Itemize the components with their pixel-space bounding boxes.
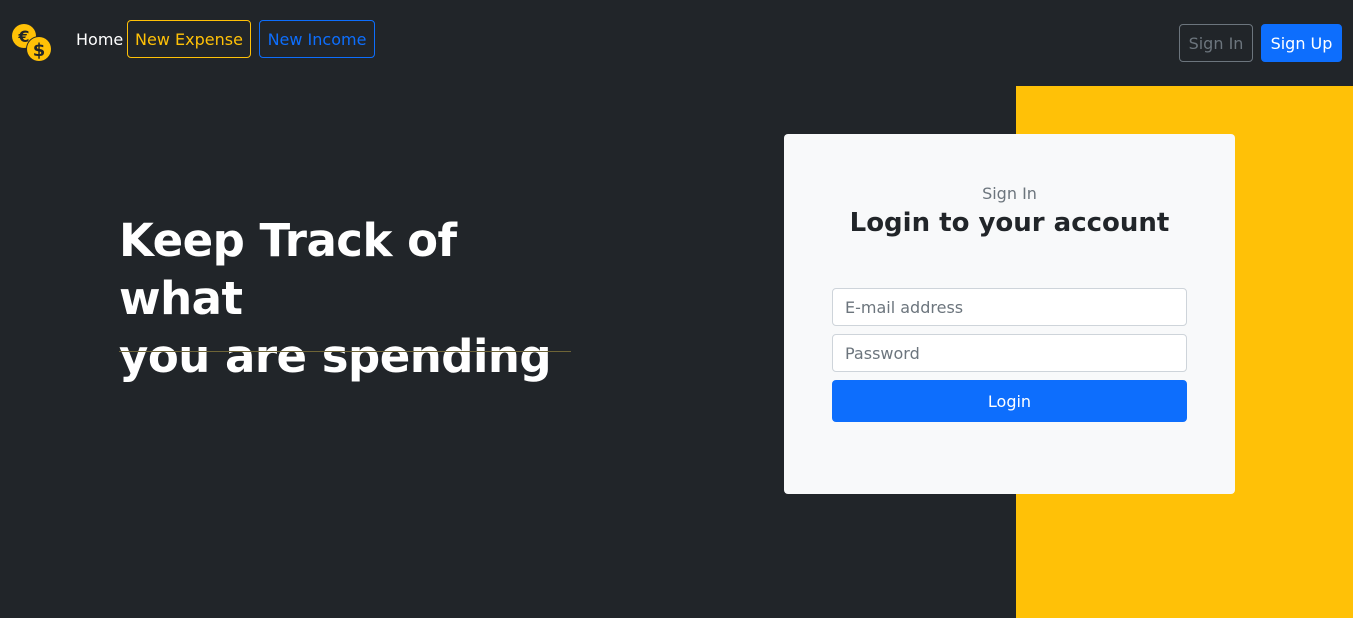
login-kicker: Sign In [982, 184, 1037, 203]
hero-title-line-1: Keep Track of what [119, 214, 457, 325]
login-button[interactable]: Login [832, 380, 1187, 422]
new-income-button[interactable]: New Income [259, 20, 375, 58]
nav-home-link[interactable]: Home [76, 30, 123, 50]
hero-title-line-2: you are spending [119, 330, 552, 383]
hero-title: Keep Track of what you are spending [119, 212, 589, 386]
sign-in-button[interactable]: Sign In [1179, 24, 1253, 62]
hero-divider [119, 351, 571, 352]
landing-page: € $ Home New Expense New Income Sign In … [0, 0, 1353, 618]
password-field[interactable] [832, 334, 1187, 372]
svg-text:$: $ [33, 40, 46, 61]
login-title: Login to your account [849, 208, 1170, 238]
login-card: Sign In Login to your account Login [784, 134, 1235, 494]
sign-up-button[interactable]: Sign Up [1261, 24, 1342, 62]
coins-logo-icon[interactable]: € $ [10, 22, 54, 64]
email-field[interactable] [832, 288, 1187, 326]
new-expense-button[interactable]: New Expense [127, 20, 251, 58]
navbar: € $ Home New Expense New Income Sign In … [0, 0, 1353, 86]
